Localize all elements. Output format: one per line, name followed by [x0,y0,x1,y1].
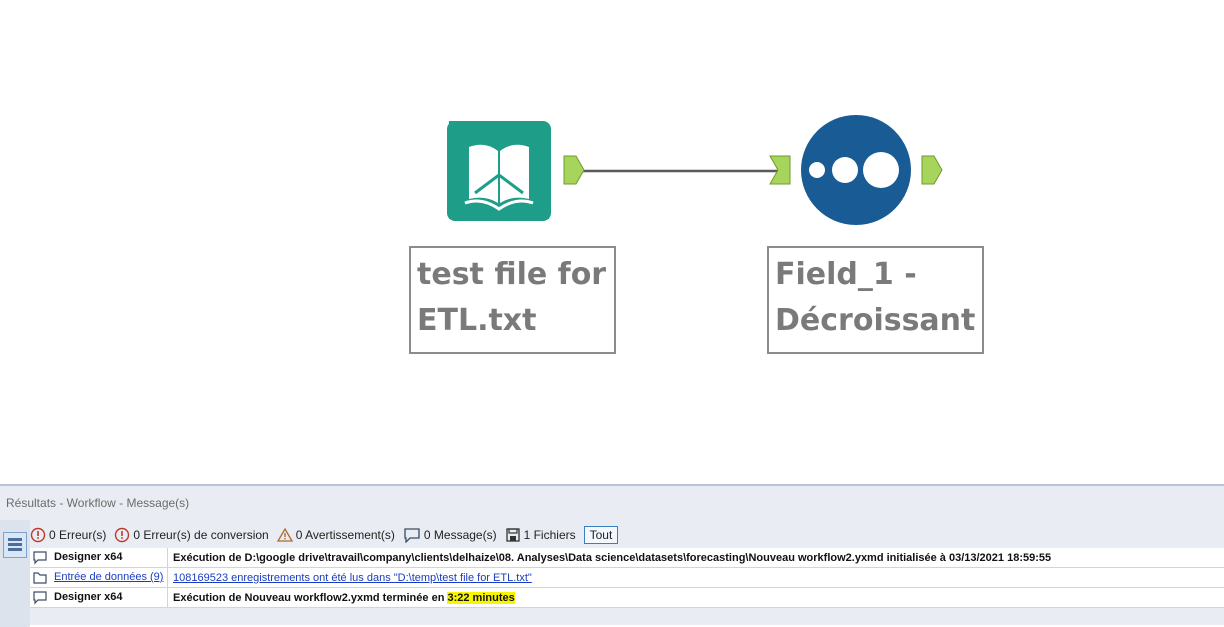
error-icon [30,527,46,543]
sort-tool-icon[interactable] [800,114,912,226]
message-icon [33,551,47,565]
row-source: Designer x64 [50,548,168,567]
row-message-text: Exécution de Nouveau workflow2.yxmd term… [173,591,448,604]
warning-icon [276,527,293,542]
files-filter[interactable]: 1 Fichiers [505,527,576,543]
warnings-filter[interactable]: 0 Avertissement(s) [276,527,395,543]
input-data-tool-icon[interactable] [445,117,553,223]
row-source: Designer x64 [50,588,168,607]
conversion-error-icon [115,527,130,543]
message-icon [404,528,420,543]
output-anchor-icon[interactable] [562,154,586,186]
table-row[interactable]: Entrée de données (9) 108169523 enregist… [30,568,1224,588]
workflow-canvas[interactable]: test file for ETL.txt Field_1 - Décroiss… [0,0,1224,484]
row-source-link[interactable]: Entrée de données (9) [50,568,168,587]
duration-highlight: 3:22 minutes [447,591,515,604]
results-title: Résultats - Workflow - Message(s) [6,496,190,510]
input-anchor-icon[interactable] [768,154,794,186]
conversion-errors-filter[interactable]: 0 Erreur(s) de conversion [114,527,269,543]
row-message: Exécution de D:\google drive\travail\com… [173,551,1052,564]
results-grid: Designer x64 Exécution de D:\google driv… [30,548,1224,608]
input-tool-annotation: test file for ETL.txt [409,246,616,354]
errors-filter-label: 0 Erreur(s) [49,528,107,542]
output-anchor-icon[interactable] [920,154,944,186]
results-panel: Résultats - Workflow - Message(s) 0 Erre… [0,484,1224,627]
files-filter-label: 1 Fichiers [523,528,576,542]
table-row[interactable]: Designer x64 Exécution de Nouveau workfl… [30,588,1224,608]
results-filter-bar: 0 Erreur(s) 0 Erreur(s) de conversion 0 … [30,524,619,546]
message-icon [33,591,47,605]
file-icon [505,528,520,542]
folder-icon [33,572,47,584]
conversion-errors-filter-label: 0 Erreur(s) de conversion [133,528,269,542]
list-view-button[interactable] [3,532,27,558]
connection-line[interactable] [580,165,780,177]
warnings-filter-label: 0 Avertissement(s) [295,528,395,542]
all-filter-button[interactable]: Tout [583,526,619,544]
table-row[interactable]: Designer x64 Exécution de D:\google driv… [30,548,1224,568]
errors-filter[interactable]: 0 Erreur(s) [30,527,106,543]
list-icon [8,538,22,551]
messages-filter[interactable]: 0 Message(s) [403,527,497,543]
sort-tool-annotation: Field_1 - Décroissant [767,246,984,354]
row-message-link[interactable]: 108169523 enregistrements ont été lus da… [168,572,532,584]
row-message: Exécution de Nouveau workflow2.yxmd term… [168,591,515,604]
messages-filter-label: 0 Message(s) [423,528,497,542]
